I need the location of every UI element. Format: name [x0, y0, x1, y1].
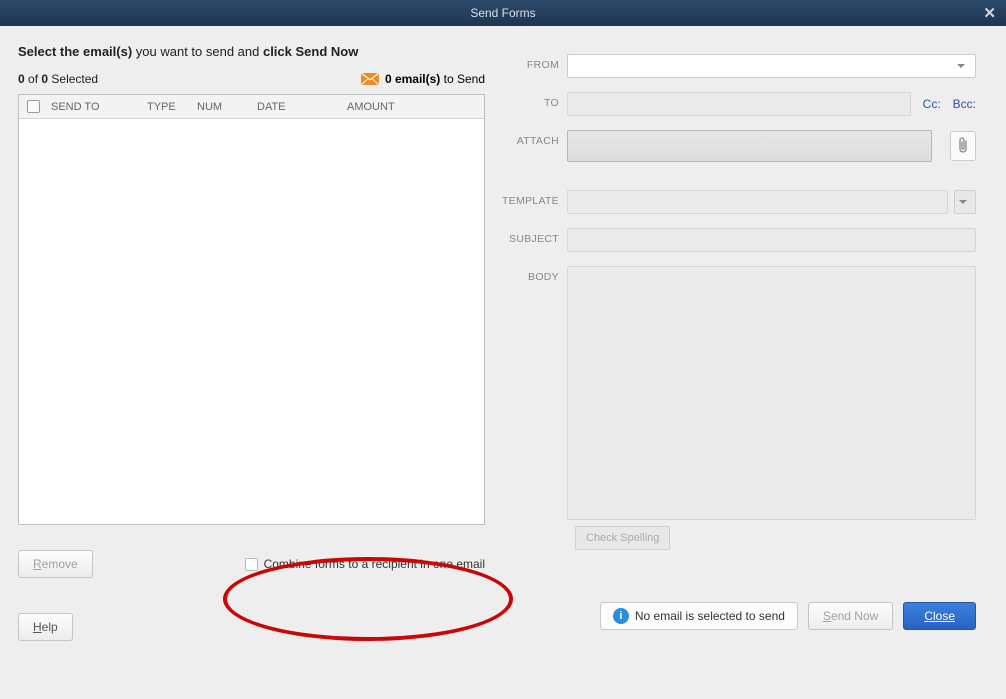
chevron-down-icon [957, 64, 965, 68]
help-button[interactable]: Help [18, 613, 73, 641]
close-icon[interactable]: ✕ [983, 4, 996, 22]
label-subject: SUBJECT [495, 228, 567, 245]
combine-option[interactable]: Combine forms to a recipient in one emai… [245, 557, 485, 571]
col-num[interactable]: NUM [197, 101, 257, 113]
instruction-bold1: Select the email(s) [18, 44, 132, 59]
instruction-mid: you want to send and [132, 44, 263, 59]
chevron-down-icon [959, 200, 967, 204]
table-header: SEND TO TYPE NUM DATE AMOUNT [19, 95, 484, 119]
status-row: 0 of 0 Selected 0 email(s) to Send [18, 72, 485, 86]
label-template: TEMPLATE [495, 190, 567, 207]
col-amount[interactable]: AMOUNT [347, 101, 427, 113]
attach-dropzone[interactable] [567, 130, 932, 162]
info-icon: i [613, 608, 629, 624]
spell-row: Check Spelling [575, 526, 976, 550]
table-body [19, 119, 484, 524]
row-template: TEMPLATE [495, 190, 976, 214]
instruction-text: Select the email(s) you want to send and… [18, 44, 485, 59]
paperclip-icon [957, 137, 969, 155]
from-dropdown[interactable] [567, 54, 976, 78]
info-text: No email is selected to send [635, 609, 785, 623]
content-area: Select the email(s) you want to send and… [0, 26, 1006, 699]
label-from: FROM [495, 54, 567, 71]
check-spelling-button[interactable]: Check Spelling [575, 526, 670, 550]
col-sendto[interactable]: SEND TO [47, 101, 147, 113]
body-textarea[interactable] [567, 266, 976, 520]
window-title: Send Forms [470, 6, 535, 20]
title-bar: Send Forms ✕ [0, 0, 1006, 26]
row-body: BODY [495, 266, 976, 520]
email-table: SEND TO TYPE NUM DATE AMOUNT [18, 94, 485, 525]
send-now-button[interactable]: Send Now [808, 602, 893, 630]
envelope-icon [361, 73, 379, 85]
row-subject: SUBJECT [495, 228, 976, 252]
row-attach: ATTACH [495, 130, 976, 162]
subject-field[interactable] [567, 228, 976, 252]
combine-checkbox[interactable] [245, 558, 258, 571]
label-body: BODY [495, 266, 567, 283]
template-dropdown-btn[interactable] [954, 190, 976, 214]
tosend-status: 0 email(s) to Send [361, 72, 485, 86]
attach-button[interactable] [950, 131, 976, 161]
col-type[interactable]: TYPE [147, 101, 197, 113]
cc-link[interactable]: Cc: [923, 97, 941, 111]
footer-row: i No email is selected to send Send Now … [495, 602, 976, 630]
right-panel: FROM TO Cc: Bcc: ATTACH [495, 26, 1006, 699]
left-bottom-row: Remove Combine forms to a recipient in o… [18, 547, 485, 581]
close-button[interactable]: Close [903, 602, 976, 630]
combine-label: Combine forms to a recipient in one emai… [264, 557, 485, 571]
instruction-bold2: click Send Now [263, 44, 358, 59]
remove-button[interactable]: Remove [18, 550, 93, 578]
col-checkbox[interactable] [19, 100, 47, 113]
to-field[interactable] [567, 92, 911, 116]
help-row: Help [18, 613, 485, 641]
bcc-link[interactable]: Bcc: [953, 97, 976, 111]
label-to: TO [495, 92, 567, 109]
col-date[interactable]: DATE [257, 101, 347, 113]
info-message: i No email is selected to send [600, 602, 798, 630]
row-to: TO Cc: Bcc: [495, 92, 976, 116]
label-attach: ATTACH [495, 130, 567, 147]
template-field[interactable] [567, 190, 948, 214]
selected-status: 0 of 0 Selected [18, 72, 98, 86]
left-panel: Select the email(s) you want to send and… [0, 26, 495, 699]
row-from: FROM [495, 54, 976, 78]
